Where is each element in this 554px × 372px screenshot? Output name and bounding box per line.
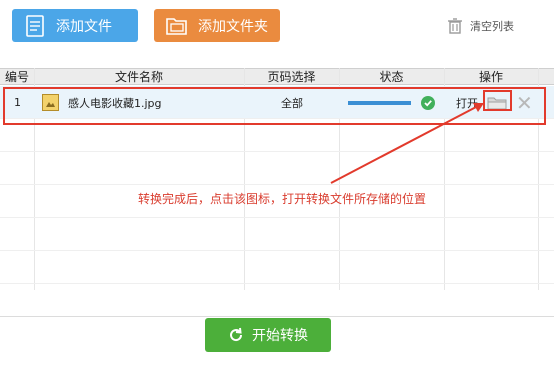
annotation-arrow (330, 103, 484, 184)
start-conversion-label: 开始转换 (252, 328, 308, 344)
refresh-icon (228, 327, 244, 343)
start-conversion-button[interactable]: 开始转换 (205, 318, 331, 352)
annotation-text: 转换完成后，点击该图标，打开转换文件所存储的位置 (138, 192, 427, 206)
